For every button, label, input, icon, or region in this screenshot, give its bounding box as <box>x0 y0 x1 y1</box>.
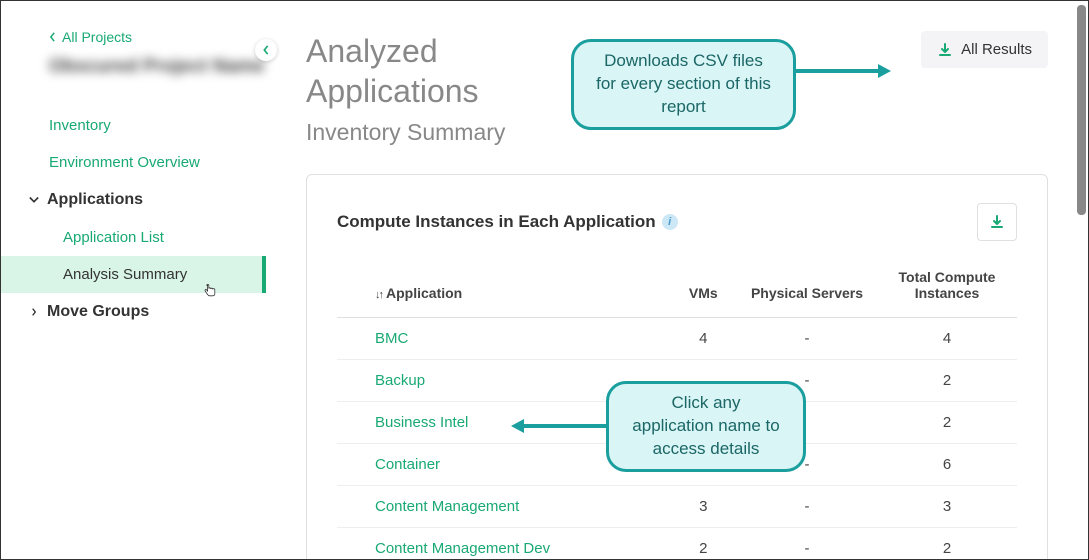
table-row: Content Management Dev2-2 <box>337 528 1017 560</box>
sidebar: All Projects Obscured Project Name Inven… <box>1 1 266 559</box>
cursor-hand-icon <box>202 283 218 299</box>
chevron-left-icon <box>49 32 56 42</box>
table-header-row: ↓↑Application VMs Physical Servers Total… <box>337 261 1017 318</box>
nav-analysis-summary[interactable]: Analysis Summary <box>1 256 266 293</box>
back-label: All Projects <box>62 29 132 45</box>
compute-instances-card: Compute Instances in Each Application i … <box>306 174 1048 559</box>
back-to-projects-link[interactable]: All Projects <box>1 29 266 55</box>
app-link[interactable]: BMC <box>337 318 670 360</box>
sort-icon: ↓↑ <box>375 289 382 301</box>
info-icon[interactable]: i <box>662 214 678 230</box>
col-application[interactable]: ↓↑Application <box>337 261 670 318</box>
chevron-down-icon <box>29 196 39 204</box>
cell-vms: 4 <box>670 318 737 360</box>
section-label: Applications <box>47 191 143 209</box>
nav-section-applications[interactable]: Applications <box>1 181 266 219</box>
app-link[interactable]: Content Management Dev <box>337 528 670 560</box>
app-link[interactable]: Content Management <box>337 486 670 528</box>
arrow-icon <box>796 61 891 81</box>
nav-environment-overview[interactable]: Environment Overview <box>1 144 266 181</box>
chevron-left-icon <box>262 45 270 55</box>
table-row: BMC4-4 <box>337 318 1017 360</box>
all-results-button[interactable]: All Results <box>921 31 1048 68</box>
callout-download-csv: Downloads CSV files for every section of… <box>571 39 796 130</box>
page-title: Analyzed Applications <box>306 31 505 111</box>
page-title-block: Analyzed Applications Inventory Summary <box>306 31 505 146</box>
nav-label: Analysis Summary <box>63 266 187 283</box>
card-title: Compute Instances in Each Application i <box>337 212 678 232</box>
cell-total: 2 <box>877 528 1017 560</box>
cell-total: 2 <box>877 360 1017 402</box>
nav-inventory[interactable]: Inventory <box>1 107 266 144</box>
cell-physical: - <box>737 318 877 360</box>
card-download-button[interactable] <box>977 203 1017 241</box>
download-icon <box>989 214 1005 230</box>
cell-total: 2 <box>877 402 1017 444</box>
project-title: Obscured Project Name <box>1 55 266 107</box>
page-subtitle: Inventory Summary <box>306 119 505 146</box>
collapse-sidebar-button[interactable] <box>255 39 277 61</box>
section-label: Move Groups <box>47 303 149 321</box>
cell-vms: 3 <box>670 486 737 528</box>
nav-application-list[interactable]: Application List <box>1 219 266 256</box>
chevron-right-icon <box>29 308 39 316</box>
download-icon <box>937 42 953 58</box>
cell-total: 3 <box>877 486 1017 528</box>
arrow-icon <box>511 416 606 436</box>
callout-click-app: Click any application name to access det… <box>606 381 806 472</box>
col-vms[interactable]: VMs <box>670 261 737 318</box>
cell-vms: 2 <box>670 528 737 560</box>
cell-total: 4 <box>877 318 1017 360</box>
nav-section-move-groups[interactable]: Move Groups <box>1 293 266 331</box>
cell-physical: - <box>737 528 877 560</box>
table-row: Content Management3-3 <box>337 486 1017 528</box>
col-physical[interactable]: Physical Servers <box>737 261 877 318</box>
col-total[interactable]: Total Compute Instances <box>877 261 1017 318</box>
cell-physical: - <box>737 486 877 528</box>
cell-total: 6 <box>877 444 1017 486</box>
all-results-label: All Results <box>961 41 1032 58</box>
